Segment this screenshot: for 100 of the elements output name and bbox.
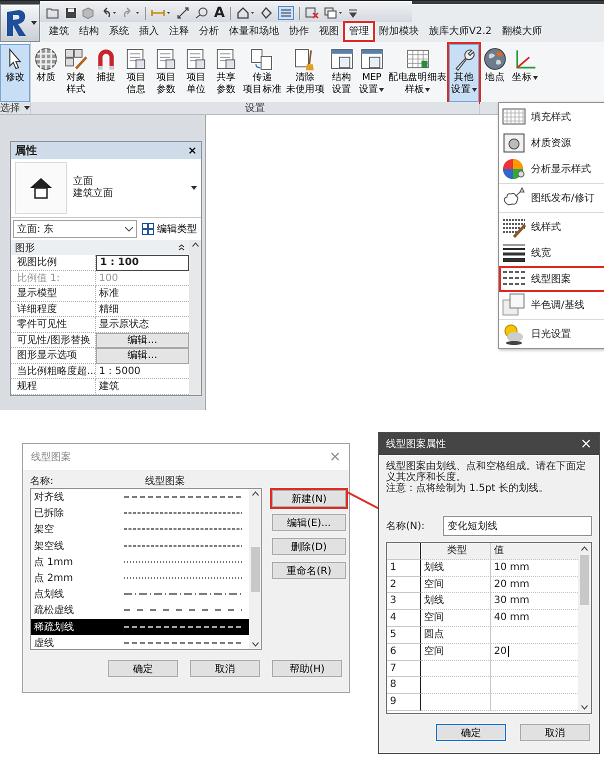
dialog-button[interactable]: 取消 [520,724,590,741]
thin-lines-icon[interactable] [278,6,294,20]
menu-item[interactable]: 半色调/基线 [499,292,604,318]
ribbon-button[interactable]: 项目 单位 [181,44,211,102]
edit-button[interactable]: 编辑... [96,332,189,348]
ribbon-tab[interactable]: 翻模大师 [496,22,547,41]
menu-item[interactable]: 图纸发布/修订 [499,185,604,211]
ribbon-button[interactable]: 捕捉 [91,44,121,102]
list-row[interactable]: 疏松虚线 [31,602,249,618]
list-row[interactable]: 架空 [31,521,249,538]
close-button[interactable]: × [329,449,341,465]
scroll-down-icon[interactable] [252,642,258,647]
ribbon-button[interactable]: 项目 信息 [121,44,151,102]
scroll-down-icon[interactable] [581,705,588,710]
scroll-up-icon[interactable] [192,242,198,247]
dialog-button[interactable]: 帮助(H) [272,660,342,677]
ribbon-button[interactable]: 结构 设置 [326,44,357,102]
menu-item[interactable]: 日光设置 [499,321,604,347]
ribbon-tab[interactable]: 管理 [344,22,374,41]
menu-item[interactable]: 分析显示样式 [499,156,604,182]
dialog-button[interactable]: 新建(N) [272,490,346,507]
close-button[interactable]: × [188,144,197,157]
open-folder-icon[interactable] [46,7,60,19]
ribbon-tab[interactable]: 族库大师V2.2 [424,22,497,41]
row-number: 2 [387,576,421,594]
ribbon-tab[interactable]: 视图 [314,22,344,41]
ribbon-button[interactable]: 共享 参数 [211,44,241,102]
dialog-button[interactable]: 确定 [108,660,178,677]
list-row[interactable]: 架空线 [31,538,249,554]
list-row[interactable]: 点 1mm [31,554,249,570]
ribbon-button[interactable]: 传递 项目标准 [241,44,284,102]
menu-item[interactable]: 填充样式 [499,104,604,130]
ribbon-tab[interactable]: 注释 [164,22,194,41]
list-row[interactable]: 点划线 [31,586,249,602]
scrollbar[interactable] [249,489,261,649]
scroll-thumb[interactable] [250,546,260,592]
menu-item[interactable]: 线宽 [499,240,604,266]
ribbon-button[interactable]: 清除 未使用项 [284,44,327,102]
panel-title[interactable]: 选择 [0,102,30,114]
column-header: 名称: [30,475,54,488]
table-cell[interactable]: 空间 [421,576,491,594]
dialog-button[interactable]: 编辑(E)... [272,514,346,531]
table-cell[interactable]: 圆点 [421,626,491,644]
ribbon-tab[interactable]: 分析 [194,22,224,41]
dialog-button[interactable]: 删除(D) [272,538,346,555]
cube-icon[interactable] [82,7,94,19]
edit-type-button[interactable]: 编辑类型 [140,222,199,236]
text-tool-button[interactable]: A [214,6,225,20]
ribbon-button[interactable]: 对象 样式 [61,44,91,102]
dialog-button[interactable]: 重命名(R) [272,562,346,579]
menu-item[interactable]: 材质资源 [499,130,604,156]
value-field[interactable]: 1 : 100 [96,255,189,270]
type-selector[interactable]: 立面 建筑立面 [11,159,201,218]
ribbon-tab[interactable]: 插入 [134,22,164,41]
list-row[interactable]: 虚线 [31,634,249,649]
customize-menu-icon[interactable] [348,8,357,18]
ribbon-tab[interactable]: 结构 [74,22,104,41]
scroll-thumb[interactable] [580,555,589,605]
ribbon-button[interactable]: MEP 设置 [356,44,387,102]
close-button[interactable]: × [580,436,592,452]
ribbon-tab[interactable]: 系统 [104,22,134,41]
dialog-button[interactable]: 取消 [190,660,260,677]
scroll-up-icon[interactable] [252,491,258,496]
scrollbar[interactable] [578,543,591,713]
table-cell[interactable]: 空间 [421,610,491,627]
list-row[interactable]: 点 2mm [31,570,249,586]
ribbon-tab[interactable]: 建筑 [44,22,74,41]
ribbon-button[interactable]: 修改 [0,44,30,102]
table-cell[interactable]: 划线 [421,560,491,577]
ribbon-button[interactable]: 地点 [480,44,510,102]
list-row[interactable]: 稀疏划线 [31,618,249,635]
save-icon[interactable] [65,7,77,19]
table-cell[interactable]: 划线 [421,593,491,610]
table-cell[interactable] [421,694,491,711]
switch-windows-icon[interactable] [324,7,344,19]
menu-item[interactable]: 线样式 [499,214,604,240]
ribbon-button[interactable]: 坐标 [510,44,540,102]
scrollbar[interactable] [189,240,201,394]
instance-dropdown[interactable]: 立面: 东 [13,220,137,238]
collapse-icon[interactable] [178,244,185,251]
ribbon-tab[interactable]: 协作 [284,22,314,41]
list-row[interactable]: 已拆除 [31,505,249,522]
menu-item[interactable]: 线型图案 [499,266,604,292]
table-cell[interactable]: 空间 [421,644,491,661]
house-icon[interactable] [236,7,256,19]
name-field[interactable]: 变化短划线 [442,516,592,536]
ribbon-tab[interactable]: 体量和场地 [224,22,284,41]
table-cell[interactable] [421,660,491,678]
ribbon-button[interactable]: 其他 设置 [448,44,479,102]
scroll-up-icon[interactable] [581,546,588,551]
close-windows-icon[interactable] [304,7,319,19]
ribbon-tab[interactable]: 附加模块 [374,22,424,41]
application-menu-button[interactable] [0,4,40,42]
edit-button[interactable]: 编辑... [96,348,189,364]
dialog-button[interactable]: 确定 [436,724,506,741]
list-row[interactable]: 对齐线 [31,489,249,506]
table-cell[interactable] [421,677,491,694]
ribbon-button[interactable]: 项目 参数 [151,44,181,102]
dimension-icon[interactable] [176,7,190,19]
ribbon-button[interactable]: 材质 [31,44,61,102]
